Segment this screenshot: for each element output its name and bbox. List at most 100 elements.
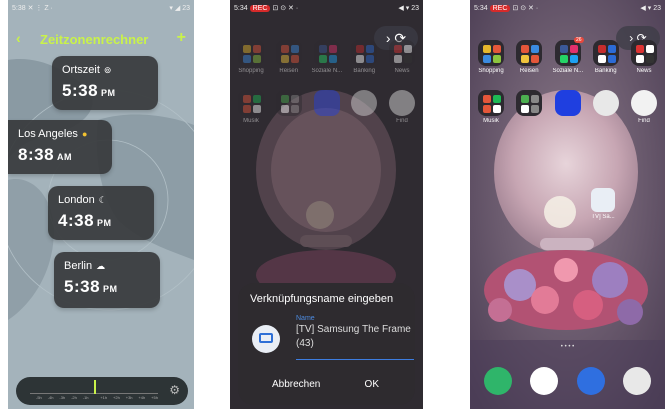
app-label: Musik	[483, 118, 499, 124]
status-bar: 5:34 REC ⊡ ⊙ ✕ · ◀ ▾ 23	[474, 4, 661, 14]
time-suffix: PM	[101, 88, 116, 98]
time-suffix: PM	[103, 284, 118, 294]
time-suffix: PM	[97, 218, 112, 228]
add-icon[interactable]: +	[177, 29, 186, 47]
location-icon: ⊚	[103, 65, 112, 75]
slider-scale: -5h -4h -3h -2h -1h +1h +2h +3h +4h +5h	[36, 395, 158, 400]
app-row-2: Musik Find	[236, 90, 417, 124]
slider-needle[interactable]	[94, 380, 96, 394]
time-value: 8:38	[18, 145, 55, 164]
phone-screen-timezone: 5:38 ✕ ⋮ Z · ▾ ◢ 23 ‹ Zeitzonenrechner +…	[8, 0, 194, 409]
app-clock-icon[interactable]	[591, 90, 621, 124]
app-folder-music[interactable]: Musik	[236, 90, 266, 124]
app-folder-social[interactable]: 26 Soziale N...	[552, 37, 584, 74]
app-label: Soziale N...	[552, 68, 583, 74]
page-indicator: • • • •	[560, 344, 575, 350]
app-folder-music[interactable]: Musik	[476, 90, 506, 124]
app-folder-social[interactable]: Soziale N...	[312, 40, 342, 74]
app-row-1: Shopping Reisen 26 Soziale N... Banking N…	[476, 37, 659, 74]
cancel-button[interactable]: Abbrechen	[272, 379, 320, 390]
app-samsung-icon[interactable]	[312, 90, 342, 124]
page-title: Zeitzonenrechner	[40, 32, 149, 47]
status-bar: 5:34 REC ⊡ ⊙ ✕ · ◀ ▾ 23	[234, 4, 419, 14]
city-name: Los Angeles	[18, 128, 78, 140]
slider-scale-label: -2h	[71, 395, 77, 400]
app-label: Soziale N...	[311, 68, 342, 74]
settings-gear-icon[interactable]: ⚙	[169, 383, 180, 397]
city-name: Berlin	[64, 260, 93, 272]
app-label: News	[636, 68, 652, 74]
status-icons-left: ⊡ ⊙ ✕ ·	[272, 5, 299, 12]
status-icons: ◀ ▾ 23	[640, 5, 661, 12]
app-folder-reisen[interactable]: Reisen	[514, 40, 544, 74]
slider-scale-label: -5h	[36, 395, 42, 400]
slider-scale-label: +4h	[138, 395, 146, 400]
time-value: 5:38	[64, 277, 101, 296]
moon-icon: ☾	[98, 195, 107, 205]
app-folder-reisen[interactable]: Reisen	[274, 40, 304, 74]
app-label: Reisen	[519, 68, 539, 74]
tv-shortcut[interactable]: TV] Sa...	[588, 188, 618, 220]
timezone-card-los-angeles[interactable]: Los Angeles ● 8:38 AM	[8, 120, 112, 174]
tv-icon	[252, 325, 280, 353]
play-store-icon[interactable]	[530, 367, 559, 395]
app-label: Shopping	[478, 68, 504, 74]
app-row-2: Musik Find	[476, 90, 659, 124]
status-time: 5:34	[474, 5, 488, 12]
timezone-card-london[interactable]: London ☾ 4:38 PM	[48, 186, 154, 240]
app-label: Find	[396, 118, 408, 124]
app-samsung-icon[interactable]	[553, 90, 583, 124]
app-header: ‹ Zeitzonenrechner +	[16, 29, 186, 50]
slider-scale-label: -1h	[82, 395, 89, 400]
shortcut-name-input[interactable]: [TV] Samsung The Frame (43)	[296, 323, 414, 360]
phone-icon[interactable]	[484, 367, 512, 395]
app-label: Musik	[243, 118, 259, 124]
status-icons: ◀ ▾ 23	[398, 5, 419, 12]
status-bar: 5:38 ✕ ⋮ Z · ▾ ◢ 23	[12, 4, 190, 14]
slider-scale-label: -4h	[47, 395, 54, 400]
slider-scale-label: +3h	[125, 395, 133, 400]
name-field-hint: Name	[296, 315, 315, 322]
app-folder-news[interactable]: News	[387, 40, 417, 74]
messages-icon[interactable]	[576, 367, 605, 395]
app-label: Shopping	[238, 68, 264, 74]
app-find-icon[interactable]: Find	[387, 90, 417, 124]
app-folder-misc[interactable]	[514, 90, 544, 124]
time-value: 4:38	[58, 211, 95, 230]
slider-scale-label: +5h	[151, 395, 158, 400]
camera-icon[interactable]	[622, 367, 651, 395]
app-folder-banking[interactable]: Banking	[349, 40, 379, 74]
app-folder-shopping[interactable]: Shopping	[476, 40, 506, 74]
ok-button[interactable]: OK	[365, 379, 379, 390]
app-clock-icon[interactable]	[349, 90, 379, 124]
app-label: Reisen	[279, 68, 299, 74]
time-offset-slider[interactable]: -5h -4h -3h -2h -1h +1h +2h +3h +4h +5h ⚙	[16, 377, 188, 405]
status-icons-left: ⊡ ⊙ ✕ ·	[512, 5, 539, 12]
app-label: Find	[638, 118, 650, 124]
app-label: News	[394, 68, 410, 74]
app-folder-shopping[interactable]: Shopping	[236, 40, 266, 74]
status-time: 5:38 ✕ ⋮ Z ·	[12, 5, 53, 12]
back-arrow-icon[interactable]: ‹	[16, 30, 21, 46]
timezone-card-berlin[interactable]: Berlin ☁ 5:38 PM	[54, 252, 160, 308]
city-name: Ortszeit	[62, 64, 100, 76]
notification-badge: 26	[573, 37, 584, 43]
slider-scale-label: +1h	[100, 395, 108, 400]
cloud-icon: ☁	[96, 261, 106, 271]
dock	[484, 367, 651, 395]
app-label: Banking	[353, 68, 376, 74]
status-icons: ▾ ◢ 23	[169, 5, 190, 12]
app-folder-banking[interactable]: Banking	[591, 40, 621, 74]
recording-badge: REC	[249, 5, 271, 12]
status-time: 5:34	[234, 5, 248, 12]
app-label: Banking	[594, 68, 617, 74]
timezone-card-local[interactable]: Ortszeit ⊚ 5:38 PM	[52, 56, 158, 110]
app-folder-news[interactable]: News	[629, 40, 659, 74]
sun-icon: ●	[81, 129, 88, 139]
time-value: 5:38	[62, 81, 99, 100]
city-name: London	[58, 194, 95, 206]
app-folder-misc[interactable]	[274, 90, 304, 124]
shortcut-name-dialog: Verknüpfungsname eingeben Name [TV] Sams…	[238, 283, 415, 405]
app-label: TV] Sa...	[591, 214, 615, 220]
app-find-icon[interactable]: Find	[629, 90, 659, 124]
